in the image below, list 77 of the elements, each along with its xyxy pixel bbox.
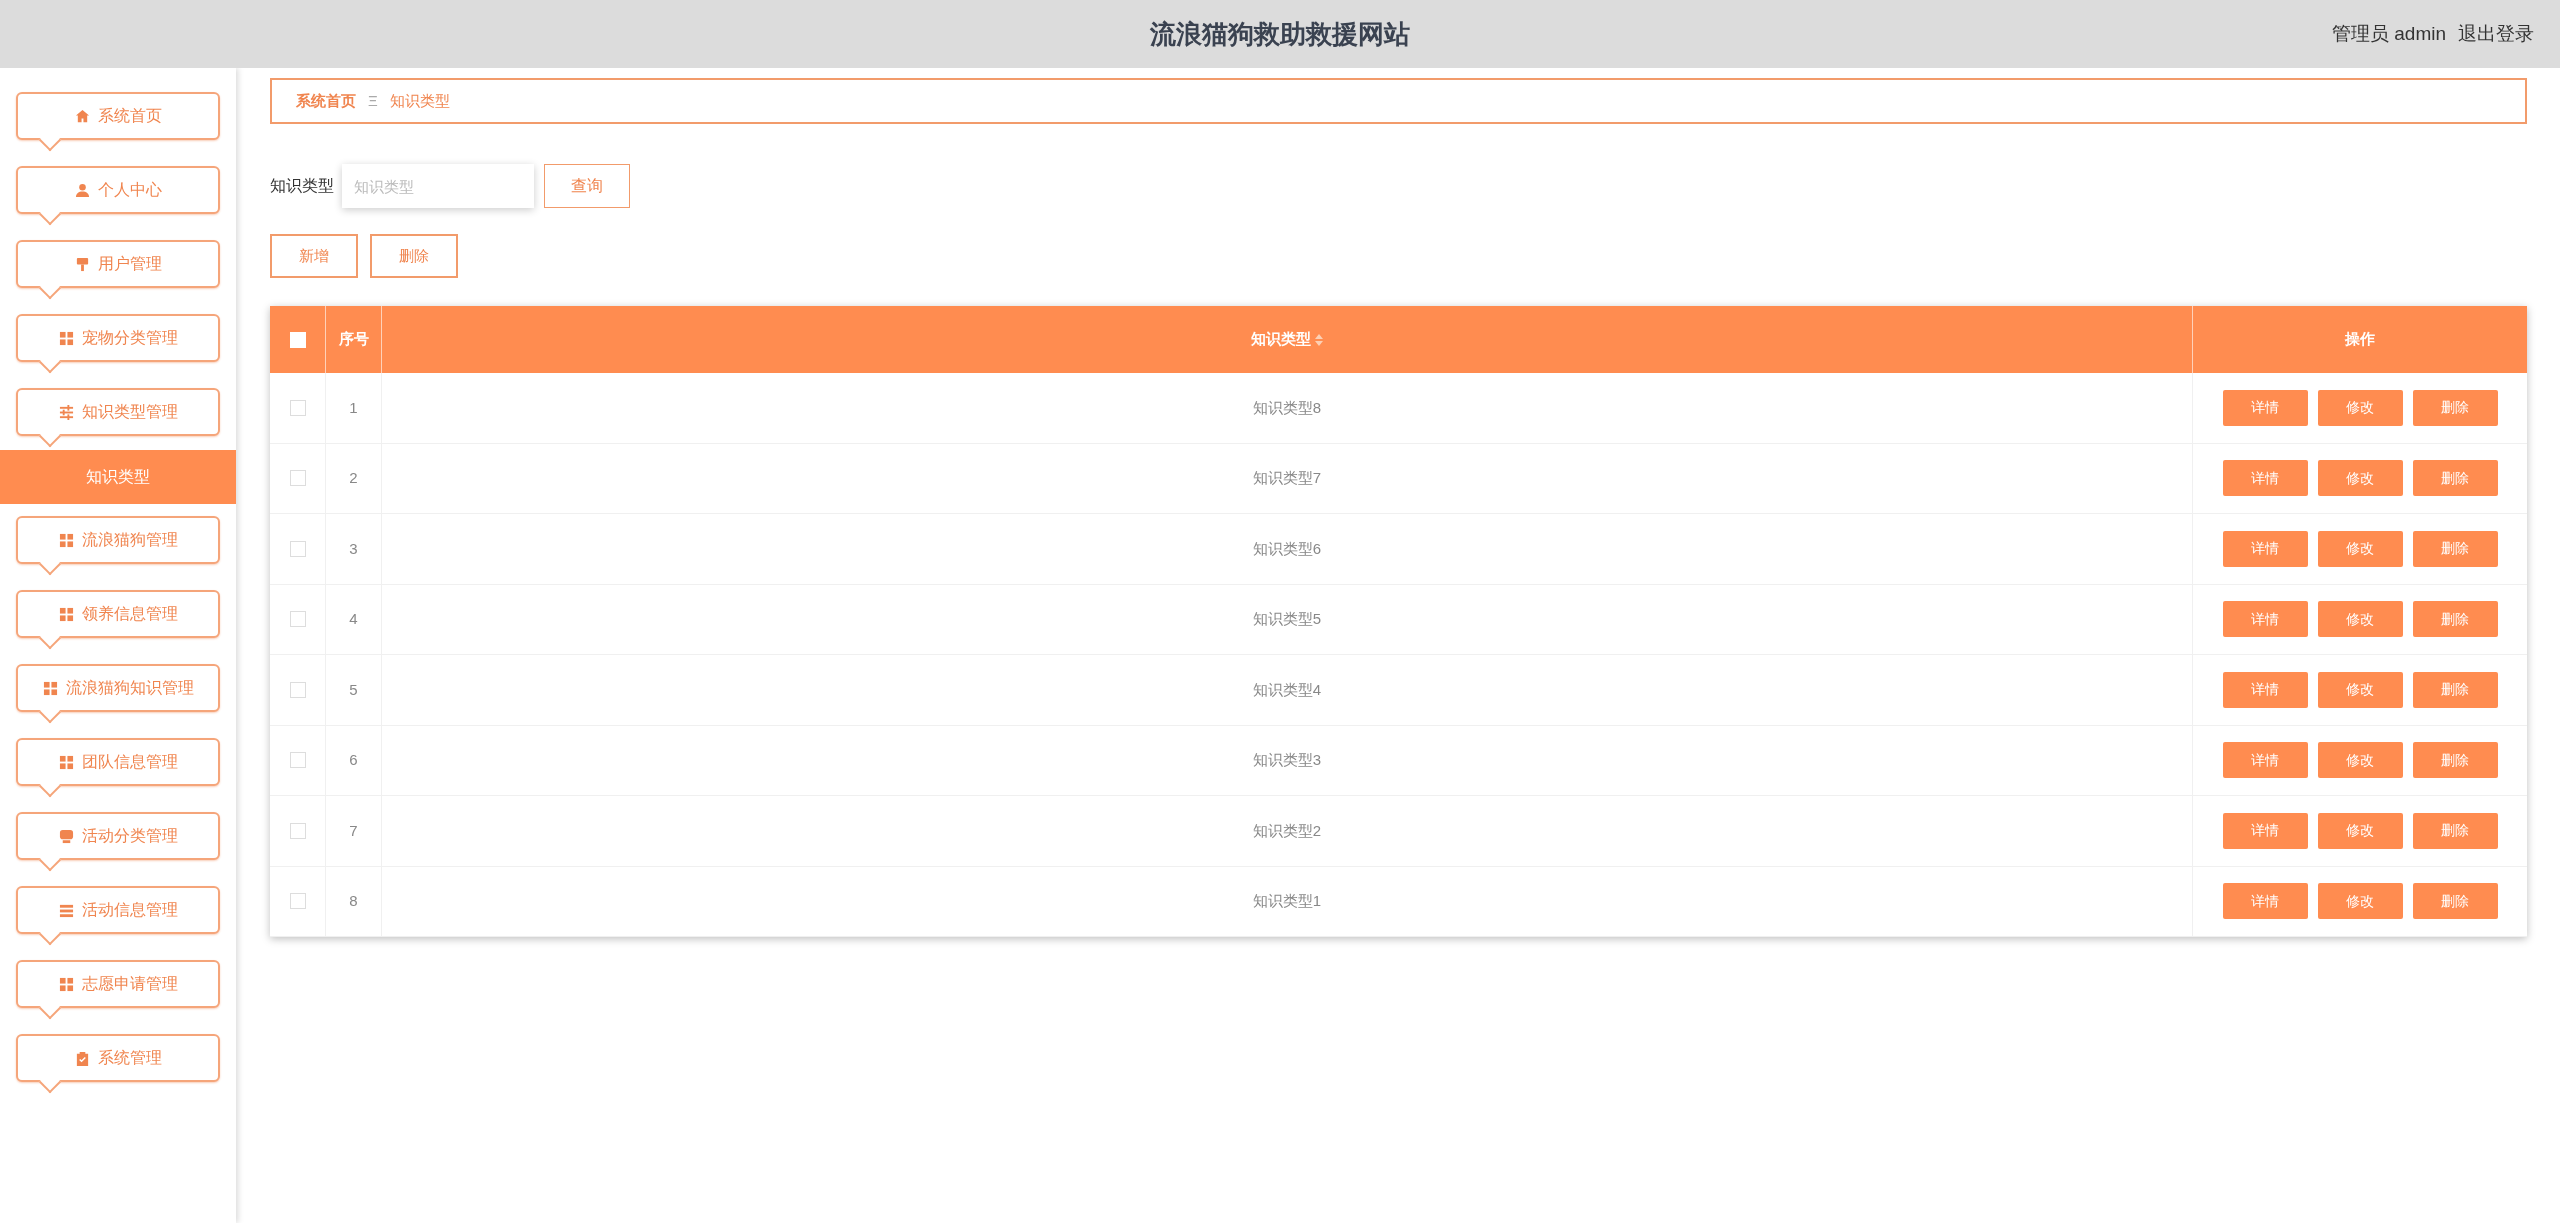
breadcrumb-link[interactable]: 系统首页 (296, 89, 356, 113)
sliders-icon (58, 404, 74, 420)
edit-button[interactable]: 修改 (2317, 883, 2403, 920)
table-cell-text: 知识类型8 (1252, 397, 1322, 418)
grid-icon (58, 330, 74, 346)
edit-button[interactable]: 修改 (2317, 389, 2403, 426)
row-number: 1 (349, 397, 358, 418)
table-cell-text: 知识类型5 (1252, 609, 1322, 629)
delete-button[interactable]: 删除 (2412, 389, 2498, 426)
table-cell-text: 知识类型4 (1252, 679, 1322, 700)
signpost-icon (74, 256, 90, 272)
table-cell-text: 知识类型1 (1252, 891, 1322, 911)
home-icon (74, 108, 90, 124)
list-icon (58, 902, 74, 918)
checkbox[interactable] (289, 399, 306, 416)
edit-button[interactable]: 修改 (2317, 742, 2403, 779)
grid-icon (58, 606, 74, 622)
delete-button[interactable]: 删除 (2412, 742, 2498, 779)
row-number: 5 (349, 679, 358, 700)
search-label: 知识类型 (270, 176, 334, 196)
table-cell-text: 知识类型3 (1252, 750, 1322, 770)
checkbox[interactable] (289, 681, 306, 698)
search-field[interactable]: 知识类型 (342, 164, 534, 208)
checkbox[interactable] (289, 611, 306, 628)
edit-button[interactable]: 修改 (2317, 460, 2403, 497)
search-button[interactable]: 查询 (544, 164, 630, 208)
grid-icon (58, 532, 74, 548)
column-header[interactable]: 知识类型 (1251, 328, 1311, 351)
checkbox[interactable] (289, 893, 306, 910)
chat-icon (58, 828, 74, 844)
details-button[interactable]: 详情 (2222, 742, 2308, 779)
details-button[interactable]: 详情 (2222, 460, 2308, 497)
table-cell-text: 知识类型7 (1252, 468, 1322, 488)
submenu-item[interactable]: 知识类型 (0, 450, 236, 504)
edit-button[interactable]: 修改 (2317, 812, 2403, 849)
checkbox[interactable] (289, 470, 306, 487)
delete-button[interactable]: 删除 (2412, 671, 2498, 708)
details-button[interactable]: 详情 (2222, 883, 2308, 920)
details-button[interactable]: 详情 (2222, 601, 2308, 638)
table-cell-text: 知识类型2 (1252, 820, 1322, 841)
delete-button[interactable]: 删除 (2412, 883, 2498, 920)
clipboard-icon (74, 1050, 90, 1066)
row-number: 8 (349, 891, 358, 911)
row-number: 7 (349, 820, 358, 841)
details-button[interactable]: 详情 (2222, 389, 2308, 426)
user-icon (74, 182, 90, 198)
details-button[interactable]: 详情 (2222, 812, 2308, 849)
edit-button[interactable]: 修改 (2317, 601, 2403, 638)
grid-icon (58, 754, 74, 770)
checkbox[interactable] (289, 822, 306, 839)
details-button[interactable]: 详情 (2222, 530, 2308, 567)
grid-icon (42, 680, 58, 696)
admin-label: 管理员 admin (2331, 21, 2446, 46)
row-number: 2 (349, 468, 358, 488)
sort-icon[interactable] (1315, 333, 1323, 346)
table-cell-text: 知识类型6 (1252, 538, 1322, 559)
delete-button[interactable]: 删除 (2412, 530, 2498, 567)
breadcrumb-link[interactable]: 知识类型 (389, 89, 450, 113)
details-button[interactable]: 详情 (2222, 671, 2308, 708)
logout-link[interactable]: 退出登录 (2458, 19, 2534, 49)
edit-button[interactable]: 修改 (2317, 530, 2403, 567)
site-title: 流浪猫狗救助救援网站 (1150, 17, 1410, 51)
add-button[interactable]: 新增 (270, 234, 358, 278)
checkbox[interactable] (289, 752, 306, 769)
grid-icon (58, 976, 74, 992)
edit-button[interactable]: 修改 (2317, 671, 2403, 708)
breadcrumb-separator: Ξ (368, 90, 378, 111)
row-number: 4 (349, 609, 358, 629)
column-header: 序号 (338, 329, 369, 350)
delete-button[interactable]: 删除 (2412, 812, 2498, 849)
delete-button[interactable]: 删除 (2412, 460, 2498, 497)
row-number: 3 (349, 538, 358, 559)
row-number: 6 (349, 750, 358, 770)
delete-button[interactable]: 删除 (370, 234, 458, 278)
column-header: 操作 (2345, 329, 2375, 350)
checkbox[interactable] (289, 540, 306, 557)
delete-button[interactable]: 删除 (2412, 601, 2498, 638)
